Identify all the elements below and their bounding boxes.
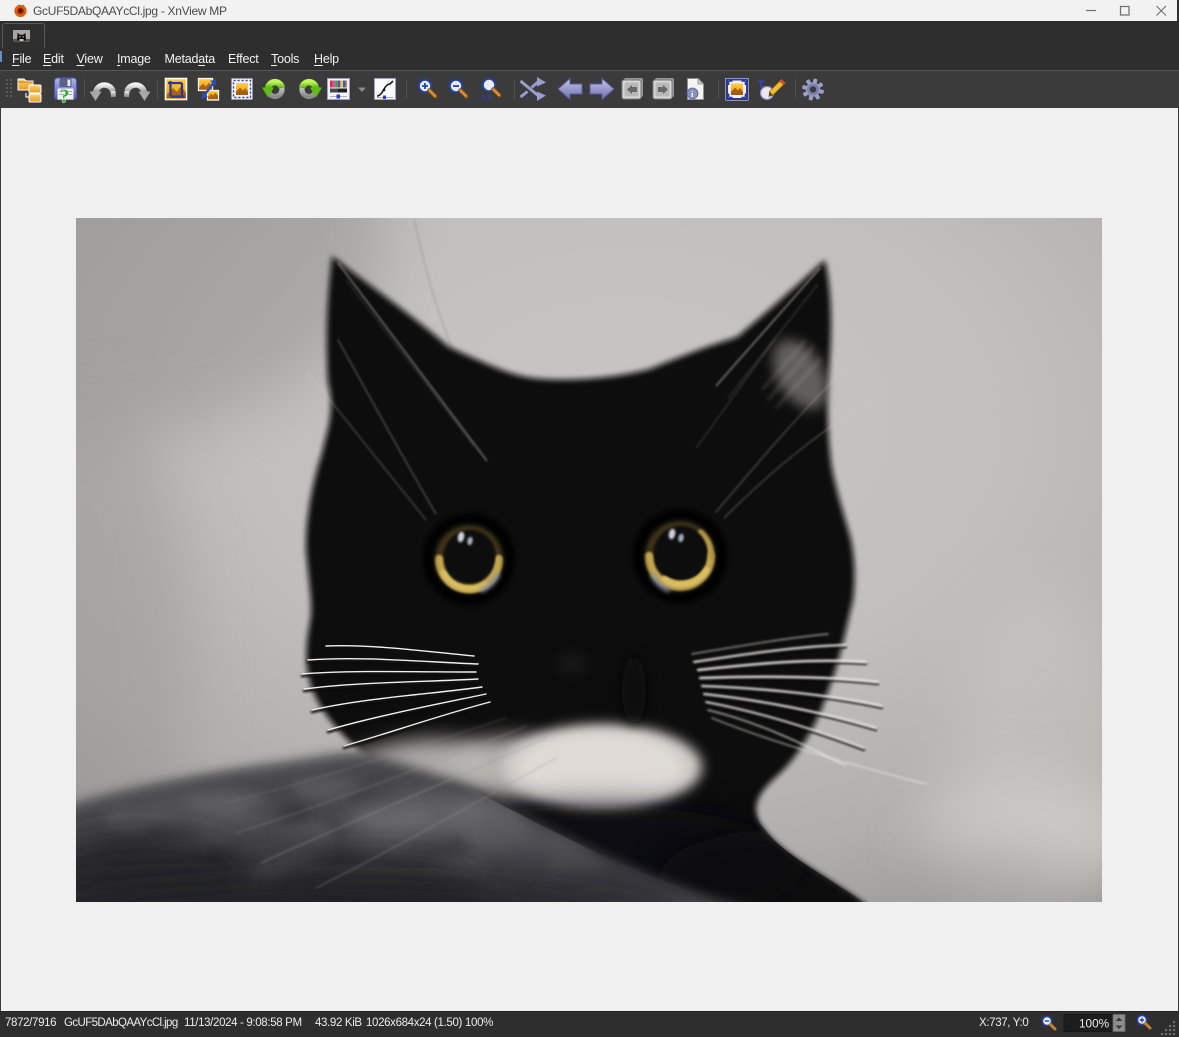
svg-text:1:1: 1:1 <box>481 93 492 102</box>
svg-text:100%: 100% <box>1079 1017 1110 1031</box>
svg-text:?: ? <box>60 86 70 108</box>
